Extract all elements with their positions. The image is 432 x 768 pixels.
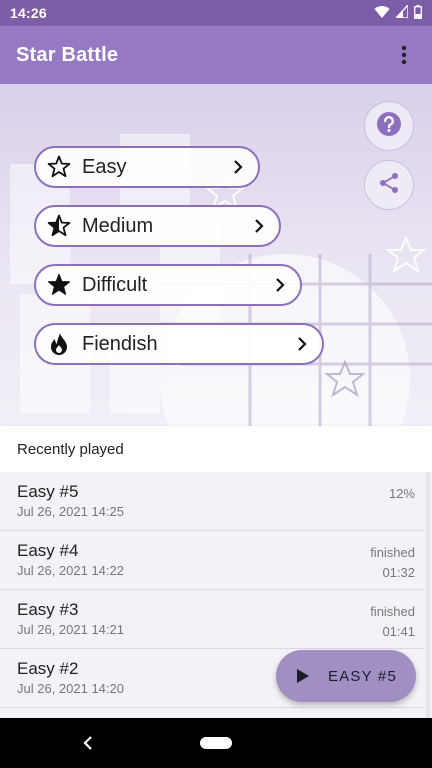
play-icon xyxy=(296,667,314,685)
resume-game-label: EASY #5 xyxy=(328,667,398,685)
flame-icon xyxy=(46,331,72,357)
difficulty-easy-button[interactable]: Easy xyxy=(34,146,260,188)
chevron-right-icon xyxy=(294,336,310,352)
signal-icon xyxy=(394,3,409,21)
puzzle-status: 12% xyxy=(388,486,415,501)
back-icon[interactable] xyxy=(78,733,98,753)
puzzle-date: Jul 26, 2021 14:25 xyxy=(17,504,124,519)
app-title: Star Battle xyxy=(16,43,119,66)
difficulty-label: Easy xyxy=(82,155,127,178)
help-icon xyxy=(376,111,402,142)
difficulty-fiendish-button[interactable]: Fiendish xyxy=(34,323,324,365)
puzzle-duration: 01:41 xyxy=(382,624,415,639)
difficulty-medium-button[interactable]: Medium xyxy=(34,205,281,247)
chevron-right-icon xyxy=(230,159,246,175)
chevron-right-icon xyxy=(272,277,288,293)
star-outline-icon xyxy=(46,154,72,180)
difficulty-label: Medium xyxy=(82,214,154,237)
battery-icon xyxy=(414,4,422,22)
status-time: 14:26 xyxy=(10,5,47,21)
star-half-icon xyxy=(46,213,72,239)
system-nav-bar xyxy=(0,718,432,768)
app-bar: Star Battle xyxy=(0,26,432,84)
puzzle-date: Jul 26, 2021 14:20 xyxy=(17,681,124,696)
difficulty-difficult-button[interactable]: Difficult xyxy=(34,264,302,306)
puzzle-duration: 01:32 xyxy=(382,565,415,580)
puzzle-name: Easy #3 xyxy=(17,600,79,619)
list-item[interactable]: Easy #4 Jul 26, 2021 14:22 finished 01:3… xyxy=(0,531,424,590)
star-filled-icon xyxy=(46,272,72,298)
puzzle-name: Easy #5 xyxy=(17,482,79,501)
status-icons xyxy=(374,3,422,22)
puzzle-name: Easy #4 xyxy=(17,541,79,560)
difficulty-label: Difficult xyxy=(82,273,148,296)
home-pill-icon[interactable] xyxy=(200,737,232,749)
list-item[interactable]: Easy #3 Jul 26, 2021 14:21 finished 01:4… xyxy=(0,590,424,649)
recently-played-header: Recently played xyxy=(0,426,432,472)
more-vert-icon[interactable] xyxy=(392,43,416,67)
scrollbar[interactable] xyxy=(426,472,430,718)
puzzle-status: finished xyxy=(370,604,415,619)
puzzle-name: Easy #2 xyxy=(17,659,79,678)
resume-game-button[interactable]: EASY #5 xyxy=(276,650,416,702)
puzzle-date: Jul 26, 2021 14:21 xyxy=(17,622,124,637)
share-button[interactable] xyxy=(364,160,414,210)
difficulty-hero: Easy Medium Difficult Fiendish xyxy=(0,84,432,426)
puzzle-date: Jul 26, 2021 14:22 xyxy=(17,563,124,578)
puzzle-status: finished xyxy=(370,545,415,560)
chevron-right-icon xyxy=(251,218,267,234)
status-bar: 14:26 xyxy=(0,0,432,26)
share-icon xyxy=(378,172,400,199)
list-item[interactable]: Easy #5 Jul 26, 2021 14:25 12% xyxy=(0,472,424,531)
difficulty-label: Fiendish xyxy=(82,332,158,355)
wifi-icon xyxy=(374,5,390,22)
help-button[interactable] xyxy=(364,101,414,151)
